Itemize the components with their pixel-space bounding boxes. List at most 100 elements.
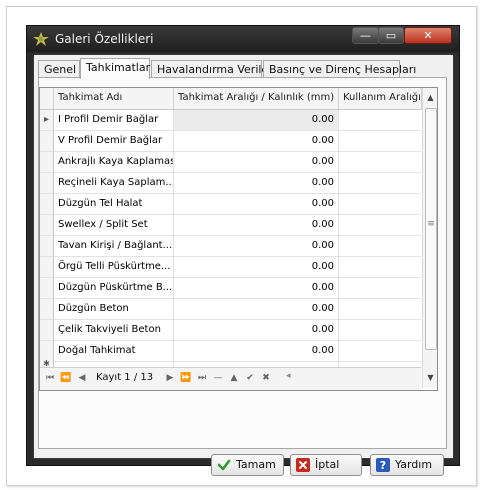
app-icon — [33, 32, 49, 46]
vertical-scrollbar[interactable]: ▲ ≡ ▼ — [422, 88, 437, 388]
cell-usage-range[interactable] — [339, 257, 421, 278]
grip-icon: ≡ — [427, 219, 435, 229]
table-row[interactable]: Ankrajlı Kaya Kaplaması 0.00 — [40, 152, 421, 173]
scroll-left-icon[interactable]: ◂ — [286, 371, 291, 381]
minimize-button[interactable]: — — [352, 27, 379, 44]
row-indicator — [40, 215, 54, 236]
table-row[interactable]: Düzgün Beton 0.00 — [40, 299, 421, 320]
cell-tahkimat-name[interactable]: Swellex / Split Set — [54, 215, 174, 236]
cell-usage-range[interactable] — [339, 215, 421, 236]
cell-tahkimat-name[interactable]: Ankrajlı Kaya Kaplaması — [54, 152, 174, 173]
cell-tahkimat-name[interactable]: Doğal Tahkimat — [54, 341, 174, 362]
row-indicator — [40, 194, 54, 215]
row-indicator — [40, 236, 54, 257]
table-row[interactable]: Düzgün Püskürtme B... 0.00 — [40, 278, 421, 299]
scroll-up-icon[interactable]: ▲ — [423, 90, 437, 106]
cell-thickness-value[interactable]: 0.00 — [174, 215, 339, 236]
cancel-button-label: İptal — [315, 458, 340, 471]
table-row[interactable]: Doğal Tahkimat 0.00 — [40, 341, 421, 362]
close-button[interactable]: ✕ — [404, 27, 452, 44]
cell-thickness-value[interactable]: 0.00 — [174, 152, 339, 173]
cell-usage-range[interactable] — [339, 320, 421, 341]
column-header-value[interactable]: Tahkimat Aralığı / Kalınlık (mm) — [174, 88, 339, 109]
prev-page-icon[interactable]: ⏪ — [60, 371, 72, 385]
cell-thickness-value[interactable]: 0.00 — [174, 173, 339, 194]
first-record-icon[interactable]: ⏮ — [44, 371, 56, 385]
cell-thickness-value[interactable]: 0.00 — [174, 236, 339, 257]
cell-tahkimat-name[interactable]: I Profil Demir Bağlar — [54, 110, 174, 131]
tahkimat-grid[interactable]: Tahkimat Adı Tahkimat Aralığı / Kalınlık… — [39, 87, 438, 391]
cell-usage-range[interactable] — [339, 278, 421, 299]
cell-usage-range[interactable] — [339, 110, 421, 131]
column-header-name[interactable]: Tahkimat Adı — [54, 88, 174, 109]
cell-tahkimat-name[interactable]: Çelik Takviyeli Beton — [54, 320, 174, 341]
edit-record-icon[interactable]: ▲ — [228, 371, 240, 385]
table-row[interactable]: ▸ I Profil Demir Bağlar 0.00 — [40, 110, 421, 131]
row-indicator — [40, 299, 54, 320]
cell-usage-range[interactable] — [339, 152, 421, 173]
cell-usage-range[interactable] — [339, 173, 421, 194]
cell-usage-range[interactable] — [339, 236, 421, 257]
tab-genel[interactable]: Genel — [38, 60, 80, 78]
tab-havalandirma[interactable]: Havalandırma Verileri — [151, 60, 276, 78]
tab-tahkimatlar[interactable]: Tahkimatlar — [80, 58, 150, 79]
tab-basinc-direnc[interactable]: Basınç ve Direnç Hesapları — [263, 60, 416, 78]
cell-thickness-value[interactable]: 0.00 — [174, 299, 339, 320]
cross-icon — [296, 458, 310, 472]
row-indicator: ▸ — [40, 110, 54, 131]
ok-button-label: Tamam — [236, 458, 276, 471]
cell-usage-range[interactable] — [339, 131, 421, 152]
cell-tahkimat-name[interactable]: Düzgün Beton — [54, 299, 174, 320]
cell-thickness-value[interactable]: 0.00 — [174, 257, 339, 278]
cell-tahkimat-name[interactable]: Tavan Kirişi / Bağlant... — [54, 236, 174, 257]
delete-record-icon[interactable]: — — [212, 371, 224, 385]
cell-usage-range[interactable] — [339, 299, 421, 320]
maximize-button[interactable]: ▭ — [378, 27, 404, 44]
cell-usage-range[interactable] — [339, 194, 421, 215]
cell-tahkimat-name[interactable]: V Profil Demir Bağlar — [54, 131, 174, 152]
help-button[interactable]: ? Yardım — [370, 454, 444, 476]
cell-thickness-value[interactable]: 0.00 — [174, 341, 339, 362]
cell-thickness-value[interactable]: 0.00 — [174, 110, 339, 131]
table-row[interactable]: Reçineli Kaya Saplam... 0.00 — [40, 173, 421, 194]
scrollbar-thumb[interactable]: ≡ — [425, 108, 437, 350]
cell-tahkimat-name[interactable]: Örgü Telli Püskürtme... — [54, 257, 174, 278]
window-title: Galeri Özellikleri — [55, 32, 154, 46]
next-page-icon[interactable]: ⏩ — [180, 371, 192, 385]
row-indicator — [40, 173, 54, 194]
record-indicator: Kayıt 1 / 13 — [96, 372, 154, 383]
help-icon: ? — [376, 458, 390, 472]
last-record-icon[interactable]: ⏭ — [196, 371, 208, 385]
table-row[interactable]: Düzgün Tel Halat 0.00 — [40, 194, 421, 215]
table-row[interactable]: V Profil Demir Bağlar 0.00 — [40, 131, 421, 152]
help-button-label: Yardım — [395, 458, 433, 471]
cell-thickness-value[interactable]: 0.00 — [174, 131, 339, 152]
cell-tahkimat-name[interactable]: Reçineli Kaya Saplam... — [54, 173, 174, 194]
prev-record-icon[interactable]: ◀ — [76, 371, 88, 385]
cell-thickness-value[interactable]: 0.00 — [174, 278, 339, 299]
cancel-button[interactable]: İptal — [290, 454, 362, 476]
ok-button[interactable]: Tamam — [211, 454, 284, 476]
next-record-icon[interactable]: ▶ — [164, 371, 176, 385]
row-indicator — [40, 257, 54, 278]
cell-tahkimat-name[interactable]: Düzgün Tel Halat — [54, 194, 174, 215]
column-header-usage[interactable]: Kullanım Aralığı — [339, 88, 422, 109]
cell-usage-range[interactable] — [339, 341, 421, 362]
title-bar[interactable]: Galeri Özellikleri — ▭ ✕ — [27, 26, 459, 52]
scroll-down-icon[interactable]: ▼ — [423, 370, 437, 386]
cell-tahkimat-name[interactable]: Düzgün Püskürtme B... — [54, 278, 174, 299]
grid-header: Tahkimat Adı Tahkimat Aralığı / Kalınlık… — [40, 88, 437, 110]
checkmark-icon — [217, 459, 231, 471]
row-indicator — [40, 152, 54, 173]
cell-thickness-value[interactable]: 0.00 — [174, 320, 339, 341]
table-row[interactable]: Tavan Kirişi / Bağlant... 0.00 — [40, 236, 421, 257]
cancel-edit-icon[interactable]: ✖ — [260, 371, 272, 385]
table-row[interactable]: Swellex / Split Set 0.00 — [40, 215, 421, 236]
dialog-client: Genel Tahkimatlar Havalandırma Verileri … — [33, 54, 454, 476]
table-row[interactable]: Örgü Telli Püskürtme... 0.00 — [40, 257, 421, 278]
table-row[interactable]: Çelik Takviyeli Beton 0.00 — [40, 320, 421, 341]
post-edit-icon[interactable]: ✔ — [244, 371, 256, 385]
cell-thickness-value[interactable]: 0.00 — [174, 194, 339, 215]
svg-text:?: ? — [380, 459, 386, 472]
row-indicator — [40, 320, 54, 341]
